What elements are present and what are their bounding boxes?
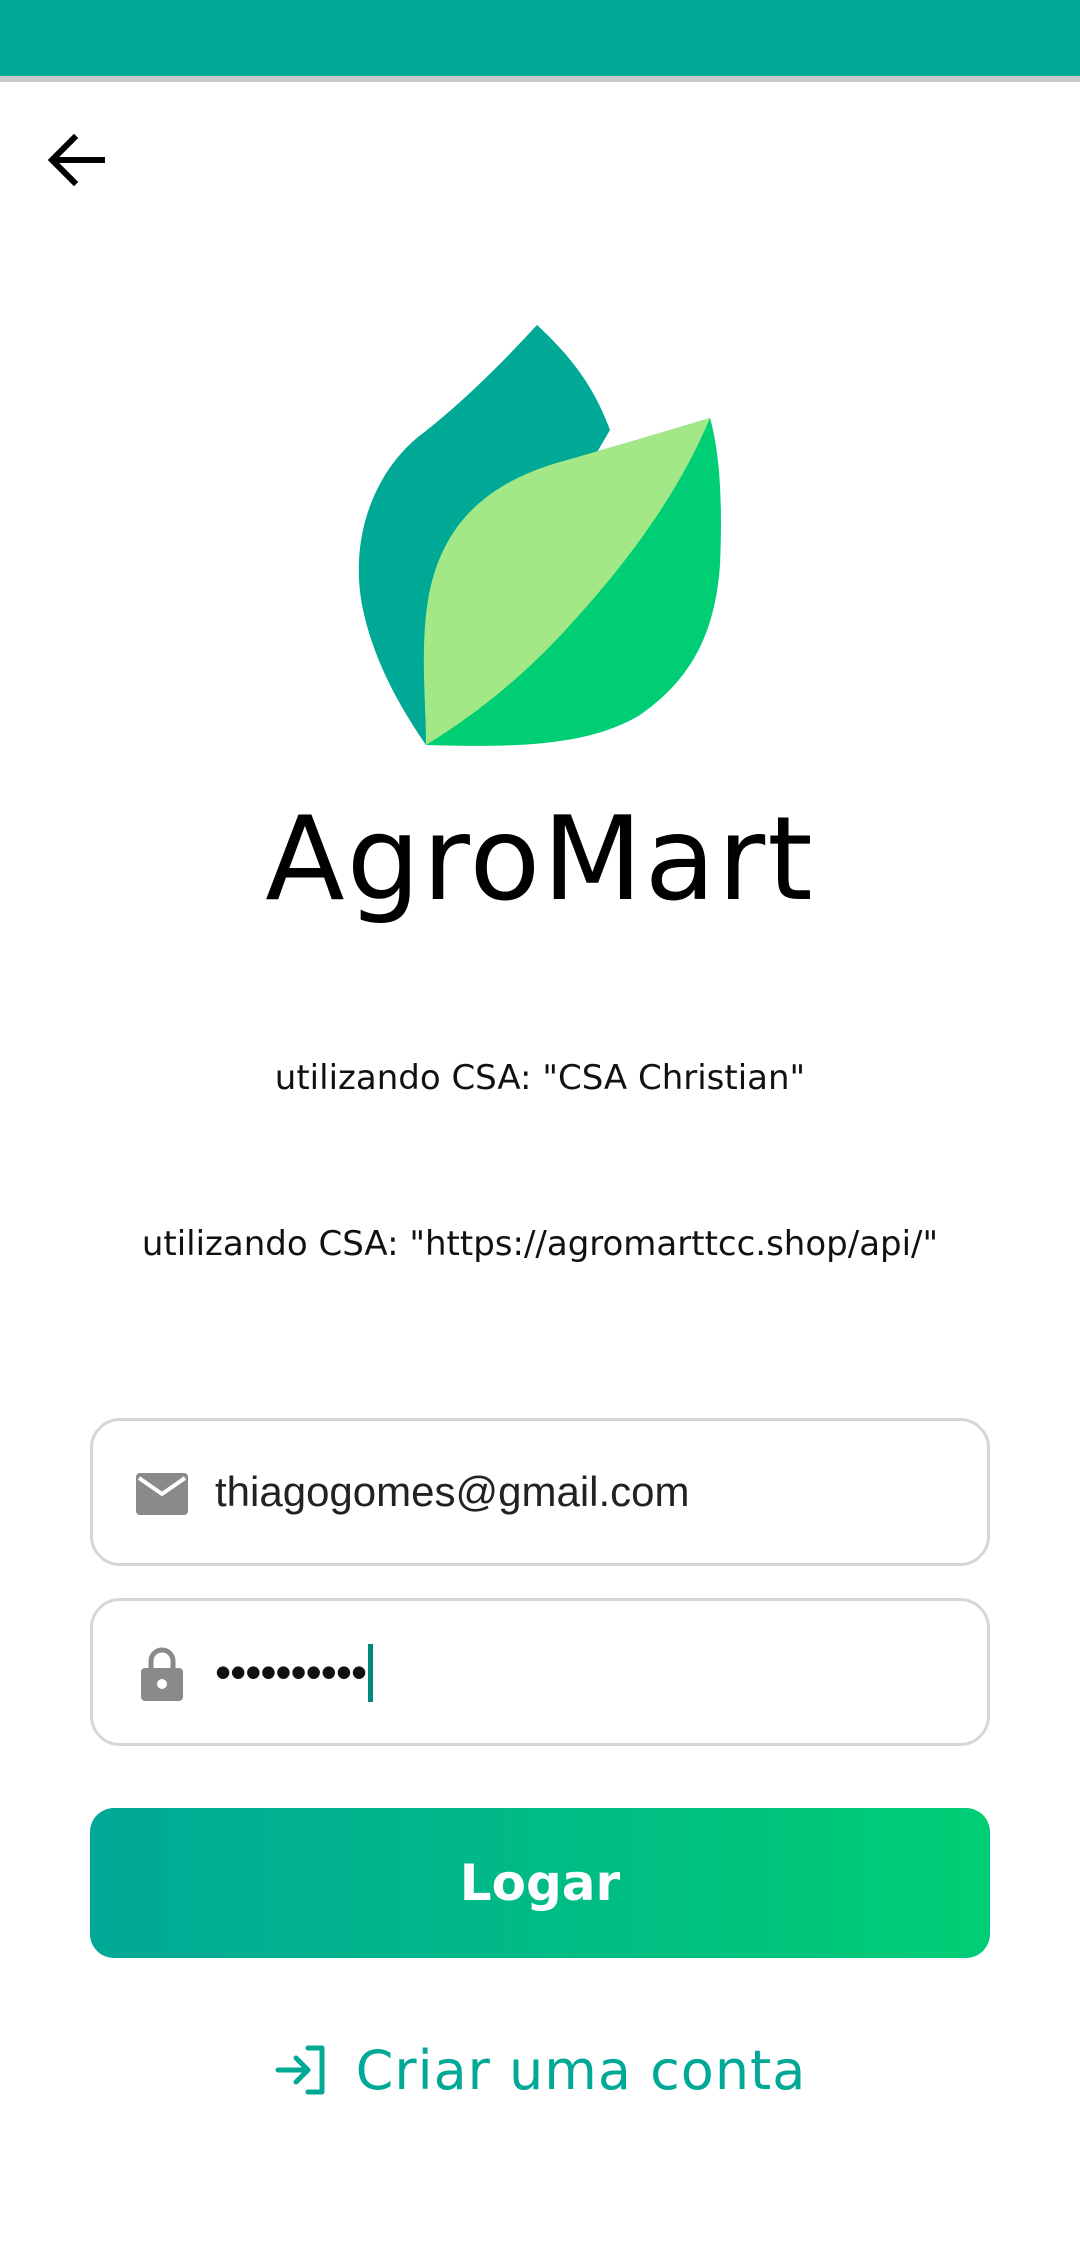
csa-url-info: utilizando CSA: "https://agromarttcc.sho… <box>141 1224 939 1264</box>
login-button[interactable]: Logar <box>90 1808 990 1958</box>
email-value: thiagogomes@gmail.com <box>215 1468 690 1515</box>
csa-name-info: utilizando CSA: "CSA Christian" <box>274 1058 806 1098</box>
create-account-label: Criar uma conta <box>355 2038 807 2102</box>
password-value: •••••••••• <box>215 1601 374 1743</box>
create-account-link[interactable]: Criar uma conta <box>0 2030 1080 2110</box>
text-caret <box>368 1643 374 1702</box>
mail-icon <box>135 1467 189 1521</box>
password-dots: •••••••••• <box>215 1646 367 1698</box>
app-title: AgroMart <box>265 792 815 927</box>
lock-icon <box>135 1647 189 1701</box>
login-icon <box>274 2042 330 2098</box>
password-field[interactable]: •••••••••• <box>90 1598 990 1746</box>
email-field[interactable]: thiagogomes@gmail.com <box>90 1418 990 1566</box>
leaf-logo-icon <box>358 325 721 746</box>
back-button[interactable] <box>28 112 124 208</box>
arrow-left-icon <box>47 133 105 187</box>
status-bar <box>0 0 1080 82</box>
